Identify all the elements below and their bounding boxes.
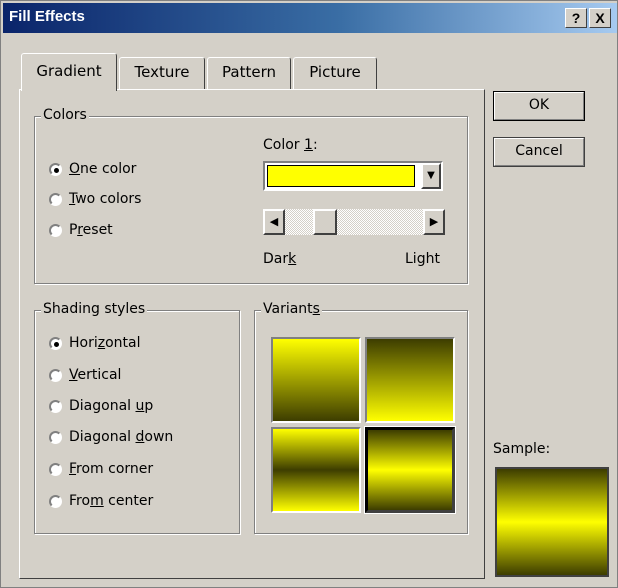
tab-pattern[interactable]: Pattern [207, 57, 291, 89]
radio-horizontal[interactable]: Horizontal [49, 333, 141, 353]
variant-3[interactable] [271, 427, 361, 513]
radio-diagonal-up[interactable]: Diagonal up [49, 396, 153, 416]
radio-circle [49, 430, 62, 444]
gradient-panel: Colors One color Two colors Preset Color… [19, 89, 485, 579]
radio-diagonal-down[interactable]: Diagonal down [49, 427, 173, 447]
chevron-down-icon[interactable]: ▼ [421, 163, 441, 189]
ok-button[interactable]: OK [493, 91, 585, 121]
dialog-title: Fill Effects [9, 8, 85, 25]
radio-dot [54, 167, 59, 173]
title-bar: Fill Effects ? X [3, 3, 617, 33]
sample-preview [495, 467, 609, 577]
color1-dropdown[interactable]: ▼ [263, 161, 443, 191]
arrow-right-icon[interactable]: ▶ [423, 209, 445, 235]
radio-circle [49, 336, 62, 350]
variants-group: Variants [254, 301, 468, 534]
variant-1[interactable] [271, 337, 361, 423]
light-label: Light [405, 251, 440, 267]
radio-label: From corner [69, 461, 154, 477]
tab-gradient[interactable]: Gradient [21, 53, 117, 91]
radio-circle [49, 399, 62, 413]
slider-thumb[interactable] [313, 209, 337, 235]
radio-label: Horizontal [69, 335, 141, 351]
radio-label: From center [69, 493, 154, 509]
ok-label: OK [528, 97, 550, 113]
radio-from-corner[interactable]: From corner [49, 459, 153, 479]
radio-vertical[interactable]: Vertical [49, 365, 121, 385]
dark-label: Dark [263, 251, 297, 267]
variant-2[interactable] [365, 337, 455, 423]
variants-legend: Variants [261, 301, 322, 317]
colors-group: Colors One color Two colors Preset Color… [34, 107, 468, 284]
radio-circle [49, 368, 62, 382]
radio-from-center[interactable]: From center [49, 491, 153, 511]
radio-circle [49, 462, 62, 476]
radio-label: Preset [69, 222, 113, 238]
cancel-button[interactable]: Cancel [493, 137, 585, 167]
color1-label: Color 1: [263, 137, 318, 153]
close-button[interactable]: X [589, 8, 611, 28]
help-button[interactable]: ? [565, 8, 587, 28]
shading-legend: Shading styles [41, 301, 148, 317]
color1-swatch [267, 165, 415, 187]
radio-circle [49, 162, 62, 176]
radio-circle [49, 494, 62, 508]
colors-legend: Colors [41, 107, 89, 123]
variant-4-selected[interactable] [364, 426, 456, 514]
tab-texture[interactable]: Texture [119, 57, 205, 89]
fill-effects-dialog: Fill Effects ? X Gradient Texture Patter… [0, 0, 618, 588]
radio-label: Diagonal up [69, 398, 154, 414]
radio-preset[interactable]: Preset [49, 220, 113, 240]
radio-label: Vertical [69, 367, 122, 383]
radio-label: Diagonal down [69, 429, 174, 445]
shading-styles-group: Shading styles Horizontal Vertical Diago… [34, 301, 240, 534]
radio-dot [54, 341, 59, 347]
cancel-label: Cancel [515, 143, 563, 159]
radio-two-colors[interactable]: Two colors [49, 189, 141, 209]
radio-circle [49, 192, 62, 206]
darkness-slider[interactable]: ◀ ▶ [263, 209, 445, 235]
radio-label: Two colors [69, 191, 142, 207]
radio-circle [49, 223, 62, 237]
arrow-left-icon[interactable]: ◀ [263, 209, 285, 235]
radio-one-color[interactable]: One color [49, 159, 136, 179]
sample-label: Sample: [493, 441, 551, 457]
radio-label: One color [69, 161, 137, 177]
tab-picture[interactable]: Picture [293, 57, 377, 89]
